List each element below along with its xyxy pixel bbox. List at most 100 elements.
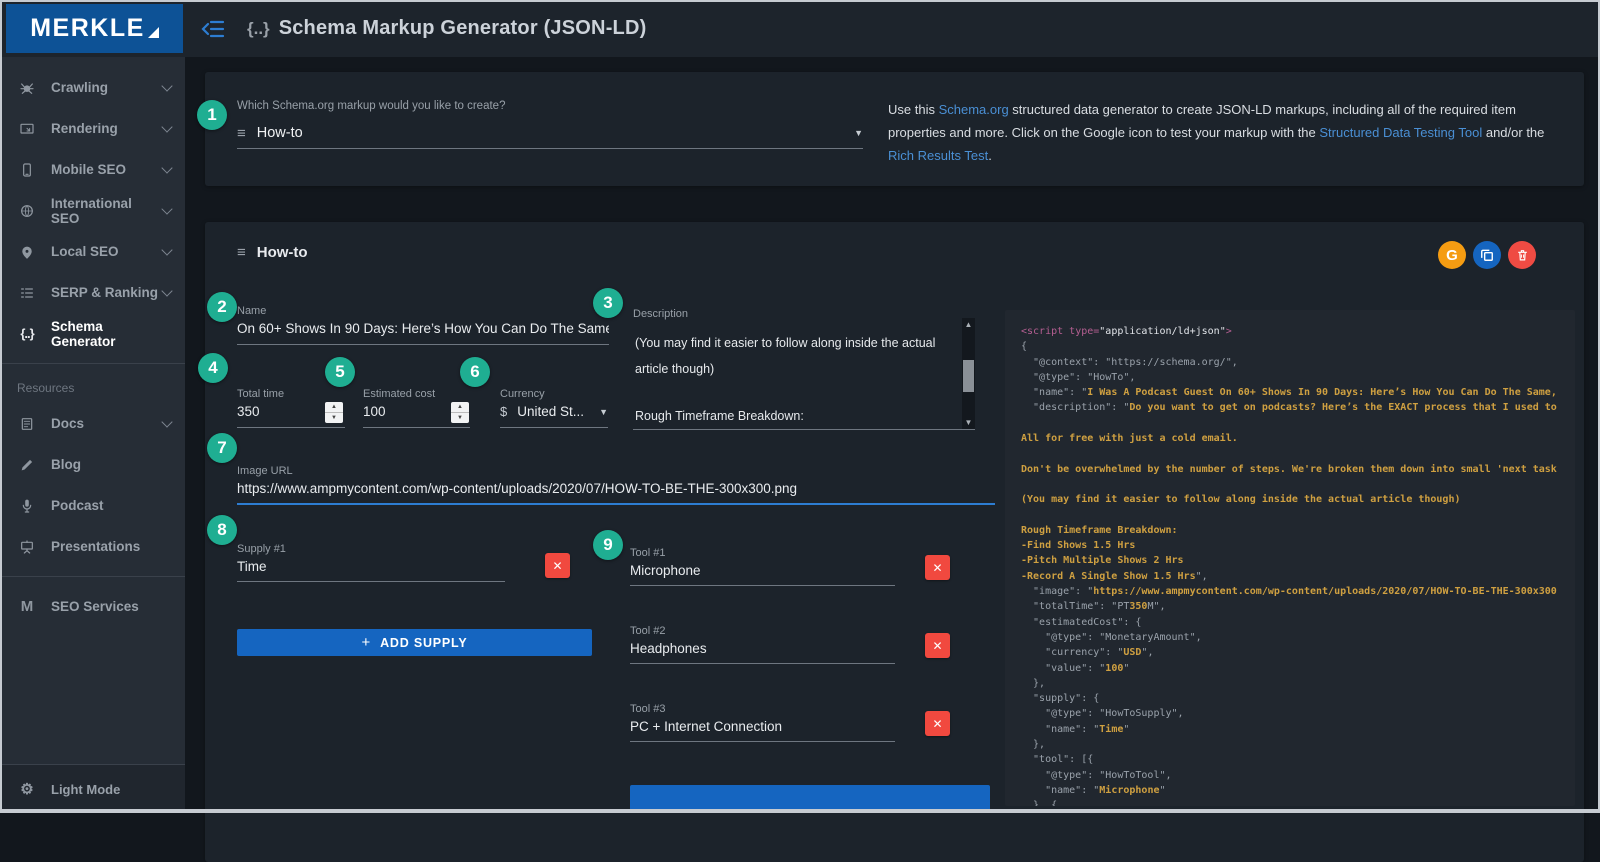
description-textarea[interactable]: (You may find it easier to follow along …	[633, 318, 975, 430]
currency-label: Currency	[500, 388, 545, 400]
sidebar-item-rendering[interactable]: Rendering	[0, 108, 185, 149]
light-mode-toggle[interactable]: ⚙ Light Mode	[0, 764, 185, 813]
sidebar-item-label: SEO Services	[51, 599, 139, 614]
annotation-badge-9: 9	[593, 530, 623, 560]
json-ld-code-preview: <script type="application/ld+json">{ "@c…	[1005, 310, 1575, 806]
total-time-stepper[interactable]: ▲▼	[325, 402, 343, 423]
code-line: -Record A Single Show 1.5 Hrs",	[1021, 569, 1575, 584]
code-line	[1021, 446, 1575, 461]
trash-icon	[1516, 248, 1529, 262]
sidebar-item-mobile-seo[interactable]: Mobile SEO	[0, 149, 185, 190]
sidebar-divider	[0, 576, 185, 577]
tool-3-label: Tool #3	[630, 703, 665, 715]
description-scrollbar[interactable]: ▲ ▼	[962, 318, 975, 429]
description-text-2: Rough Timeframe Breakdown:	[635, 409, 955, 423]
total-time-input[interactable]	[237, 404, 317, 419]
code-line: <script type="application/ld+json">	[1021, 324, 1575, 339]
resources-section-label: Resources	[0, 373, 185, 403]
spider-icon	[17, 80, 37, 96]
estimated-cost-underline	[363, 427, 470, 428]
sidebar-collapse-icon[interactable]	[201, 19, 225, 39]
code-line: "totalTime": "PT350M",	[1021, 599, 1575, 614]
tool-1-input[interactable]	[630, 563, 885, 578]
delete-markup-button[interactable]	[1508, 241, 1536, 269]
merkle-logo-text: MERKLE	[30, 14, 145, 43]
annotation-badge-1: 1	[197, 100, 227, 130]
supply-1-input[interactable]	[237, 559, 497, 574]
code-line: "supply": {	[1021, 691, 1575, 706]
code-line: "@type": "HowToSupply",	[1021, 706, 1575, 721]
map-pin-icon	[17, 244, 37, 260]
rich-results-test-link[interactable]: Rich Results Test	[888, 148, 988, 163]
sidebar-item-blog[interactable]: Blog	[0, 444, 185, 485]
sidebar-item-crawling[interactable]: Crawling	[0, 67, 185, 108]
code-line: "name": "Microphone"	[1021, 783, 1575, 798]
sidebar-item-label: Local SEO	[51, 244, 119, 259]
code-line: "tool": [{	[1021, 752, 1575, 767]
sidebar-item-podcast[interactable]: Podcast	[0, 485, 185, 526]
image-url-label: Image URL	[237, 465, 293, 477]
sidebar-item-local-seo[interactable]: Local SEO	[0, 231, 185, 272]
sidebar-item-label: Crawling	[51, 80, 108, 95]
code-line: (You may find it easier to follow along …	[1021, 492, 1575, 507]
add-supply-label: ADD SUPPLY	[380, 636, 467, 650]
list-icon	[17, 285, 37, 301]
add-tool-button[interactable]	[630, 785, 990, 811]
microphone-icon	[17, 498, 37, 514]
remove-supply-1-button[interactable]: ✕	[545, 553, 570, 578]
name-input[interactable]	[237, 321, 609, 336]
code-line: -Find Shows 1.5 Hrs	[1021, 538, 1575, 553]
sidebar-item-seo-services[interactable]: M SEO Services	[0, 586, 185, 627]
braces-icon: {..}	[247, 19, 270, 39]
code-line: },	[1021, 676, 1575, 691]
chevron-down-icon	[161, 203, 172, 214]
schema-type-select[interactable]: ≡ How-to ▼	[237, 118, 863, 149]
sidebar-item-docs[interactable]: Docs	[0, 403, 185, 444]
sidebar-item-schema-generator[interactable]: {..}Schema Generator	[0, 313, 185, 354]
sidebar-item-presentations[interactable]: Presentations	[0, 526, 185, 567]
annotation-badge-6: 6	[460, 357, 490, 387]
sidebar-item-label: Rendering	[51, 121, 118, 136]
estimated-cost-input[interactable]	[363, 404, 443, 419]
code-line: },	[1021, 737, 1575, 752]
code-line: "description": "Do you want to get on po…	[1021, 400, 1575, 415]
google-test-button[interactable]: G	[1438, 241, 1466, 269]
sidebar-item-label: Docs	[51, 416, 84, 431]
sidebar-item-serp-ranking[interactable]: SERP & Ranking	[0, 272, 185, 313]
remove-tool-3-button[interactable]: ✕	[925, 711, 950, 736]
scrollbar-thumb[interactable]	[963, 360, 974, 392]
merkle-m-icon: M	[17, 598, 37, 615]
currency-select[interactable]: $ United St... ▼	[500, 404, 608, 419]
tool-3-underline	[630, 741, 895, 742]
annotation-badge-8: 8	[207, 515, 237, 545]
annotation-badge-7: 7	[207, 433, 237, 463]
add-supply-button[interactable]: + ADD SUPPLY	[237, 629, 592, 656]
remove-tool-1-button[interactable]: ✕	[925, 555, 950, 580]
image-url-input[interactable]	[237, 481, 987, 496]
scroll-down-icon[interactable]: ▼	[962, 418, 975, 427]
tool-3-input[interactable]	[630, 719, 885, 734]
name-label: Name	[237, 305, 266, 317]
tool-2-input[interactable]	[630, 641, 885, 656]
code-line: -Pitch Multiple Shows 2 Hrs	[1021, 553, 1575, 568]
scroll-up-icon[interactable]: ▲	[962, 320, 975, 329]
light-mode-label: Light Mode	[51, 782, 120, 797]
copy-markup-button[interactable]	[1473, 241, 1501, 269]
currency-underline	[500, 427, 608, 428]
chevron-down-icon	[161, 416, 172, 427]
tool-2-label: Tool #2	[630, 625, 665, 637]
tool-1-underline	[630, 585, 895, 586]
estimated-cost-stepper[interactable]: ▲▼	[451, 402, 469, 423]
howto-form-card: 2 3 4 5 6 7 8 9 ≡ How-to G Name Descript…	[205, 222, 1584, 862]
merkle-triangle-icon	[148, 27, 159, 38]
remove-tool-2-button[interactable]: ✕	[925, 633, 950, 658]
structured-data-testing-tool-link[interactable]: Structured Data Testing Tool	[1319, 125, 1482, 140]
list-icon: ≡	[237, 244, 246, 261]
merkle-logo[interactable]: MERKLE	[6, 4, 183, 53]
list-icon: ≡	[237, 125, 246, 142]
sidebar-item-international-seo[interactable]: International SEO	[0, 190, 185, 231]
sidebar-item-label: Schema Generator	[51, 319, 171, 349]
code-line: "name": "Time"	[1021, 722, 1575, 737]
annotation-badge-5: 5	[325, 357, 355, 387]
schema-org-link[interactable]: Schema.org	[939, 102, 1009, 117]
